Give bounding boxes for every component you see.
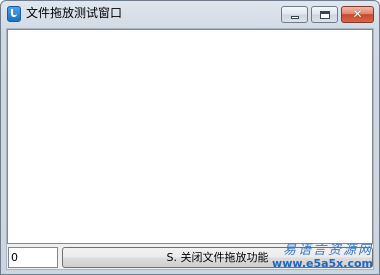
watermark: 易语言资源网 www.e5a5x.com — [272, 244, 373, 270]
app-icon[interactable] — [7, 6, 21, 22]
window-title: 文件拖放测试窗口 — [26, 6, 123, 20]
main-window: 文件拖放测试窗口 ✕ 0 S. 关闭文件拖放功能 易语言资源网 www.e5a5… — [0, 0, 380, 275]
close-icon: ✕ — [352, 7, 363, 21]
maximize-button[interactable] — [311, 6, 338, 23]
watermark-url: www.e5a5x.com — [272, 257, 373, 270]
maximize-icon — [320, 11, 330, 19]
watermark-brand: 易语言资源网 — [282, 243, 373, 258]
client-area: 0 S. 关闭文件拖放功能 — [6, 28, 374, 270]
minimize-icon — [291, 16, 299, 19]
minimize-button[interactable] — [281, 6, 308, 23]
file-drop-list[interactable] — [7, 29, 373, 244]
title-bar[interactable]: 文件拖放测试窗口 ✕ — [1, 1, 379, 27]
file-count-field[interactable]: 0 — [8, 247, 58, 268]
close-button[interactable]: ✕ — [341, 6, 374, 23]
